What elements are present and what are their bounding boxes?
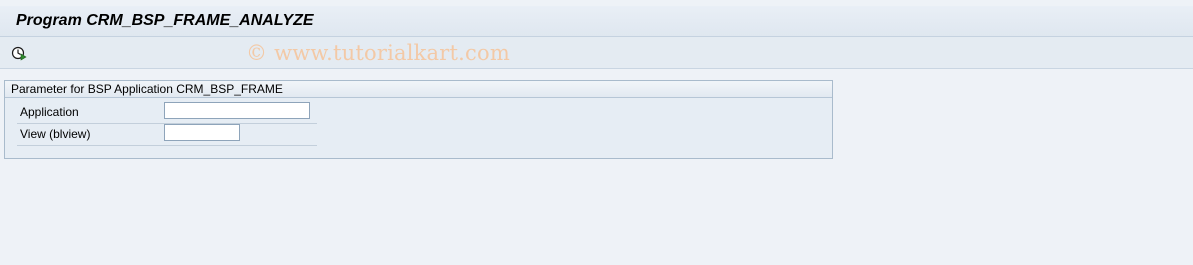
- application-label: Application: [20, 105, 79, 119]
- application-input[interactable]: [164, 102, 310, 119]
- view-label: View (blview): [20, 127, 91, 141]
- title-bar: Program CRM_BSP_FRAME_ANALYZE: [0, 6, 1193, 37]
- sap-screen: Program CRM_BSP_FRAME_ANALYZE © www.tuto…: [0, 0, 1193, 265]
- view-input[interactable]: [164, 124, 240, 141]
- application-row: Application: [17, 102, 317, 124]
- parameter-group-title: Parameter for BSP Application CRM_BSP_FR…: [11, 82, 283, 96]
- parameter-group: Parameter for BSP Application CRM_BSP_FR…: [4, 80, 833, 159]
- page-title: Program CRM_BSP_FRAME_ANALYZE: [16, 12, 314, 29]
- view-row: View (blview): [17, 124, 317, 146]
- execute-button[interactable]: [10, 44, 28, 62]
- watermark-text: © www.tutorialkart.com: [246, 41, 510, 65]
- execute-clock-icon: [11, 46, 27, 61]
- parameter-group-header: Parameter for BSP Application CRM_BSP_FR…: [5, 81, 832, 98]
- application-toolbar: © www.tutorialkart.com: [0, 37, 1193, 69]
